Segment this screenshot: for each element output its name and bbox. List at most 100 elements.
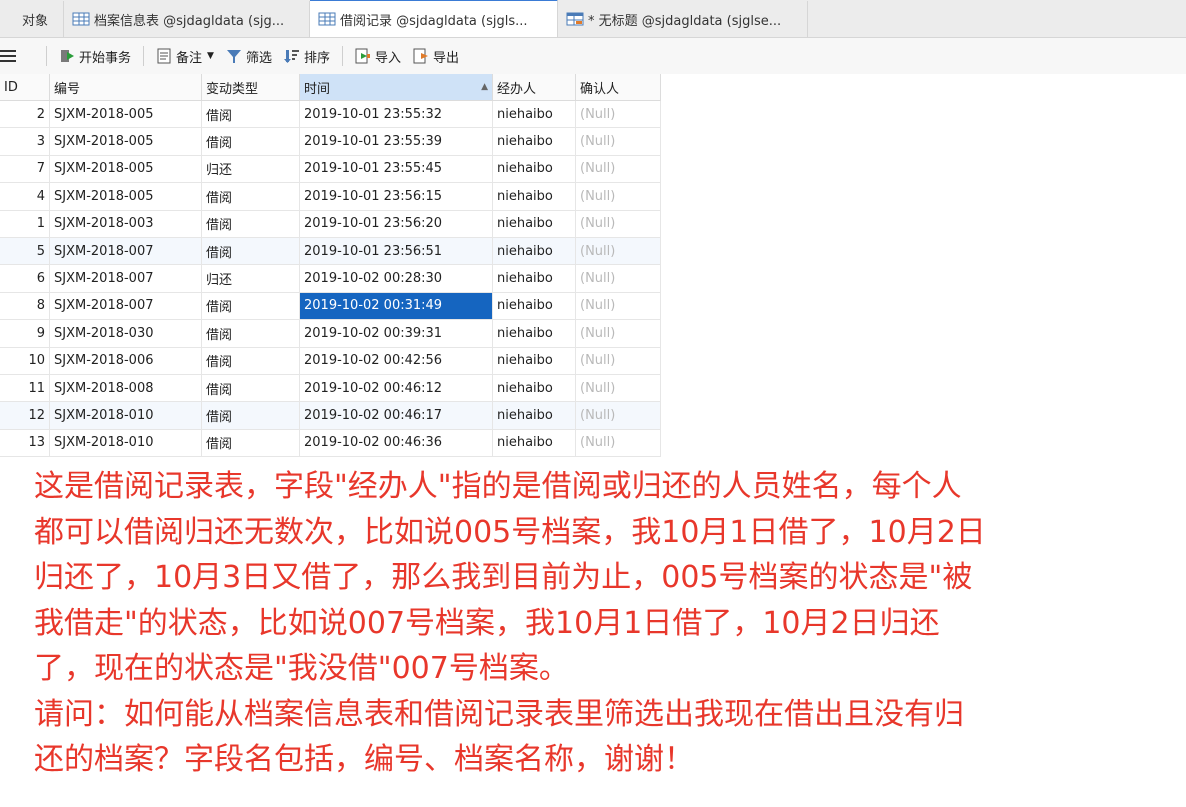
cell-id[interactable]: 2 — [0, 101, 50, 128]
cell-code[interactable]: SJXM-2018-003 — [50, 210, 202, 237]
cell-operator[interactable]: niehaibo — [493, 429, 576, 457]
cell-confirmer[interactable]: (Null) — [576, 292, 661, 320]
column-header-id[interactable]: ID — [0, 74, 50, 100]
column-header-operator[interactable]: 经办人 — [493, 74, 576, 100]
cell-type[interactable]: 借阅 — [202, 101, 300, 128]
column-header-type[interactable]: 变动类型 — [202, 74, 300, 100]
table-row[interactable]: 10 SJXM-2018-006 借阅 2019-10-02 00:42:56 nieh… — [0, 347, 661, 375]
cell-code[interactable]: SJXM-2018-010 — [50, 429, 202, 457]
cell-confirmer[interactable]: (Null) — [576, 183, 661, 210]
cell-id[interactable]: 8 — [0, 292, 50, 320]
table-row[interactable]: 3 SJXM-2018-005 借阅 2019-10-01 23:55:39 nieha… — [0, 128, 661, 156]
table-row[interactable]: 8 SJXM-2018-007 借阅 2019-10-02 00:31:49 nieha… — [0, 292, 661, 321]
tab-untitled-query[interactable]: * 无标题 @sjdagldata (sjglse... — [558, 1, 808, 37]
cell-code[interactable]: SJXM-2018-005 — [50, 183, 202, 210]
sort-button[interactable]: 排序 — [278, 43, 336, 69]
cell-operator[interactable]: niehaibo — [493, 183, 576, 210]
cell-time[interactable]: 2019-10-01 23:56:51 — [300, 237, 493, 265]
table-row[interactable]: 12 SJXM-2018-010 借阅 2019-10-02 00:46:17 nieh… — [0, 402, 661, 430]
cell-type[interactable]: 借阅 — [202, 347, 300, 374]
cell-code[interactable]: SJXM-2018-006 — [50, 347, 202, 374]
cell-id[interactable]: 4 — [0, 183, 50, 210]
cell-id[interactable]: 9 — [0, 320, 50, 347]
cell-confirmer[interactable]: (Null) — [576, 210, 661, 237]
tab-objects[interactable]: 对象 — [0, 1, 64, 37]
cell-confirmer[interactable]: (Null) — [576, 429, 661, 457]
cell-type[interactable]: 借阅 — [202, 128, 300, 155]
column-header-time[interactable]: 时间 ▲ — [300, 74, 493, 100]
cell-operator[interactable]: niehaibo — [493, 374, 576, 402]
cell-id[interactable]: 10 — [0, 347, 50, 374]
table-row[interactable]: 11 SJXM-2018-008 借阅 2019-10-02 00:46:12 nieh… — [0, 374, 661, 403]
cell-id[interactable]: 7 — [0, 155, 50, 183]
cell-confirmer[interactable]: (Null) — [576, 347, 661, 374]
cell-id[interactable]: 1 — [0, 210, 50, 237]
cell-id[interactable]: 3 — [0, 128, 50, 155]
cell-operator[interactable]: niehaibo — [493, 128, 576, 155]
cell-code[interactable]: SJXM-2018-030 — [50, 320, 202, 347]
cell-id[interactable]: 6 — [0, 265, 50, 292]
column-header-confirmer[interactable]: 确认人 — [576, 74, 661, 100]
cell-time[interactable]: 2019-10-01 23:55:39 — [300, 128, 493, 155]
cell-id[interactable]: 11 — [0, 374, 50, 402]
import-button[interactable]: 导入 — [349, 43, 407, 69]
cell-time[interactable]: 2019-10-02 00:28:30 — [300, 265, 493, 292]
cell-operator[interactable]: niehaibo — [493, 237, 576, 265]
cell-type[interactable]: 借阅 — [202, 183, 300, 210]
cell-time[interactable]: 2019-10-02 00:46:12 — [300, 374, 493, 402]
cell-time[interactable]: 2019-10-01 23:56:15 — [300, 183, 493, 210]
cell-code[interactable]: SJXM-2018-008 — [50, 374, 202, 402]
cell-type[interactable]: 归还 — [202, 155, 300, 183]
filter-button[interactable]: 筛选 — [220, 43, 278, 69]
begin-transaction-button[interactable]: 开始事务 — [53, 43, 137, 69]
cell-code[interactable]: SJXM-2018-005 — [50, 155, 202, 183]
export-button[interactable]: 导出 — [407, 43, 465, 69]
cell-type[interactable]: 借阅 — [202, 374, 300, 402]
cell-code[interactable]: SJXM-2018-005 — [50, 128, 202, 155]
cell-code[interactable]: SJXM-2018-007 — [50, 265, 202, 292]
cell-id[interactable]: 13 — [0, 429, 50, 457]
cell-code[interactable]: SJXM-2018-010 — [50, 402, 202, 429]
tab-archive-info[interactable]: 档案信息表 @sjdagldata (sjg... — [64, 1, 310, 37]
cell-operator[interactable]: niehaibo — [493, 402, 576, 429]
table-row[interactable]: 4 SJXM-2018-005 借阅 2019-10-01 23:56:15 nieha… — [0, 183, 661, 211]
cell-time[interactable]: 2019-10-01 23:55:32 — [300, 101, 493, 128]
cell-type[interactable]: 借阅 — [202, 402, 300, 429]
cell-code[interactable]: SJXM-2018-005 — [50, 101, 202, 128]
cell-time[interactable]: 2019-10-02 00:31:49 — [300, 292, 493, 320]
cell-time[interactable]: 2019-10-02 00:42:56 — [300, 347, 493, 374]
cell-time[interactable]: 2019-10-01 23:56:20 — [300, 210, 493, 237]
cell-id[interactable]: 12 — [0, 402, 50, 429]
cell-operator[interactable]: niehaibo — [493, 265, 576, 292]
cell-confirmer[interactable]: (Null) — [576, 155, 661, 183]
cell-time[interactable]: 2019-10-01 23:55:45 — [300, 155, 493, 183]
cell-type[interactable]: 借阅 — [202, 429, 300, 457]
cell-operator[interactable]: niehaibo — [493, 101, 576, 128]
cell-type[interactable]: 借阅 — [202, 237, 300, 265]
table-row[interactable]: 6 SJXM-2018-007 归还 2019-10-02 00:28:30 nieha… — [0, 265, 661, 293]
cell-operator[interactable]: niehaibo — [493, 155, 576, 183]
cell-operator[interactable]: niehaibo — [493, 320, 576, 347]
table-row[interactable]: 2 SJXM-2018-005 借阅 2019-10-01 23:55:32 nieha… — [0, 101, 661, 129]
cell-operator[interactable]: niehaibo — [493, 347, 576, 374]
cell-code[interactable]: SJXM-2018-007 — [50, 237, 202, 265]
table-row[interactable]: 13 SJXM-2018-010 借阅 2019-10-02 00:46:36 nieh… — [0, 429, 661, 458]
cell-confirmer[interactable]: (Null) — [576, 265, 661, 292]
cell-confirmer[interactable]: (Null) — [576, 101, 661, 128]
cell-id[interactable]: 5 — [0, 237, 50, 265]
table-row[interactable]: 5 SJXM-2018-007 借阅 2019-10-01 23:56:51 nieha… — [0, 237, 661, 266]
cell-code[interactable]: SJXM-2018-007 — [50, 292, 202, 320]
table-row[interactable]: 7 SJXM-2018-005 归还 2019-10-01 23:55:45 nieha… — [0, 155, 661, 184]
cell-confirmer[interactable]: (Null) — [576, 128, 661, 155]
cell-time[interactable]: 2019-10-02 00:39:31 — [300, 320, 493, 347]
cell-confirmer[interactable]: (Null) — [576, 320, 661, 347]
note-button[interactable]: 备注 ▼ — [150, 43, 220, 69]
cell-type[interactable]: 借阅 — [202, 292, 300, 320]
cell-time[interactable]: 2019-10-02 00:46:17 — [300, 402, 493, 429]
tab-borrow-records[interactable]: 借阅记录 @sjdagldata (sjgls... — [310, 0, 558, 37]
cell-type[interactable]: 借阅 — [202, 210, 300, 237]
cell-confirmer[interactable]: (Null) — [576, 237, 661, 265]
cell-type[interactable]: 归还 — [202, 265, 300, 292]
table-row[interactable]: 1 SJXM-2018-003 借阅 2019-10-01 23:56:20 nieha… — [0, 210, 661, 238]
column-header-code[interactable]: 编号 — [50, 74, 202, 100]
